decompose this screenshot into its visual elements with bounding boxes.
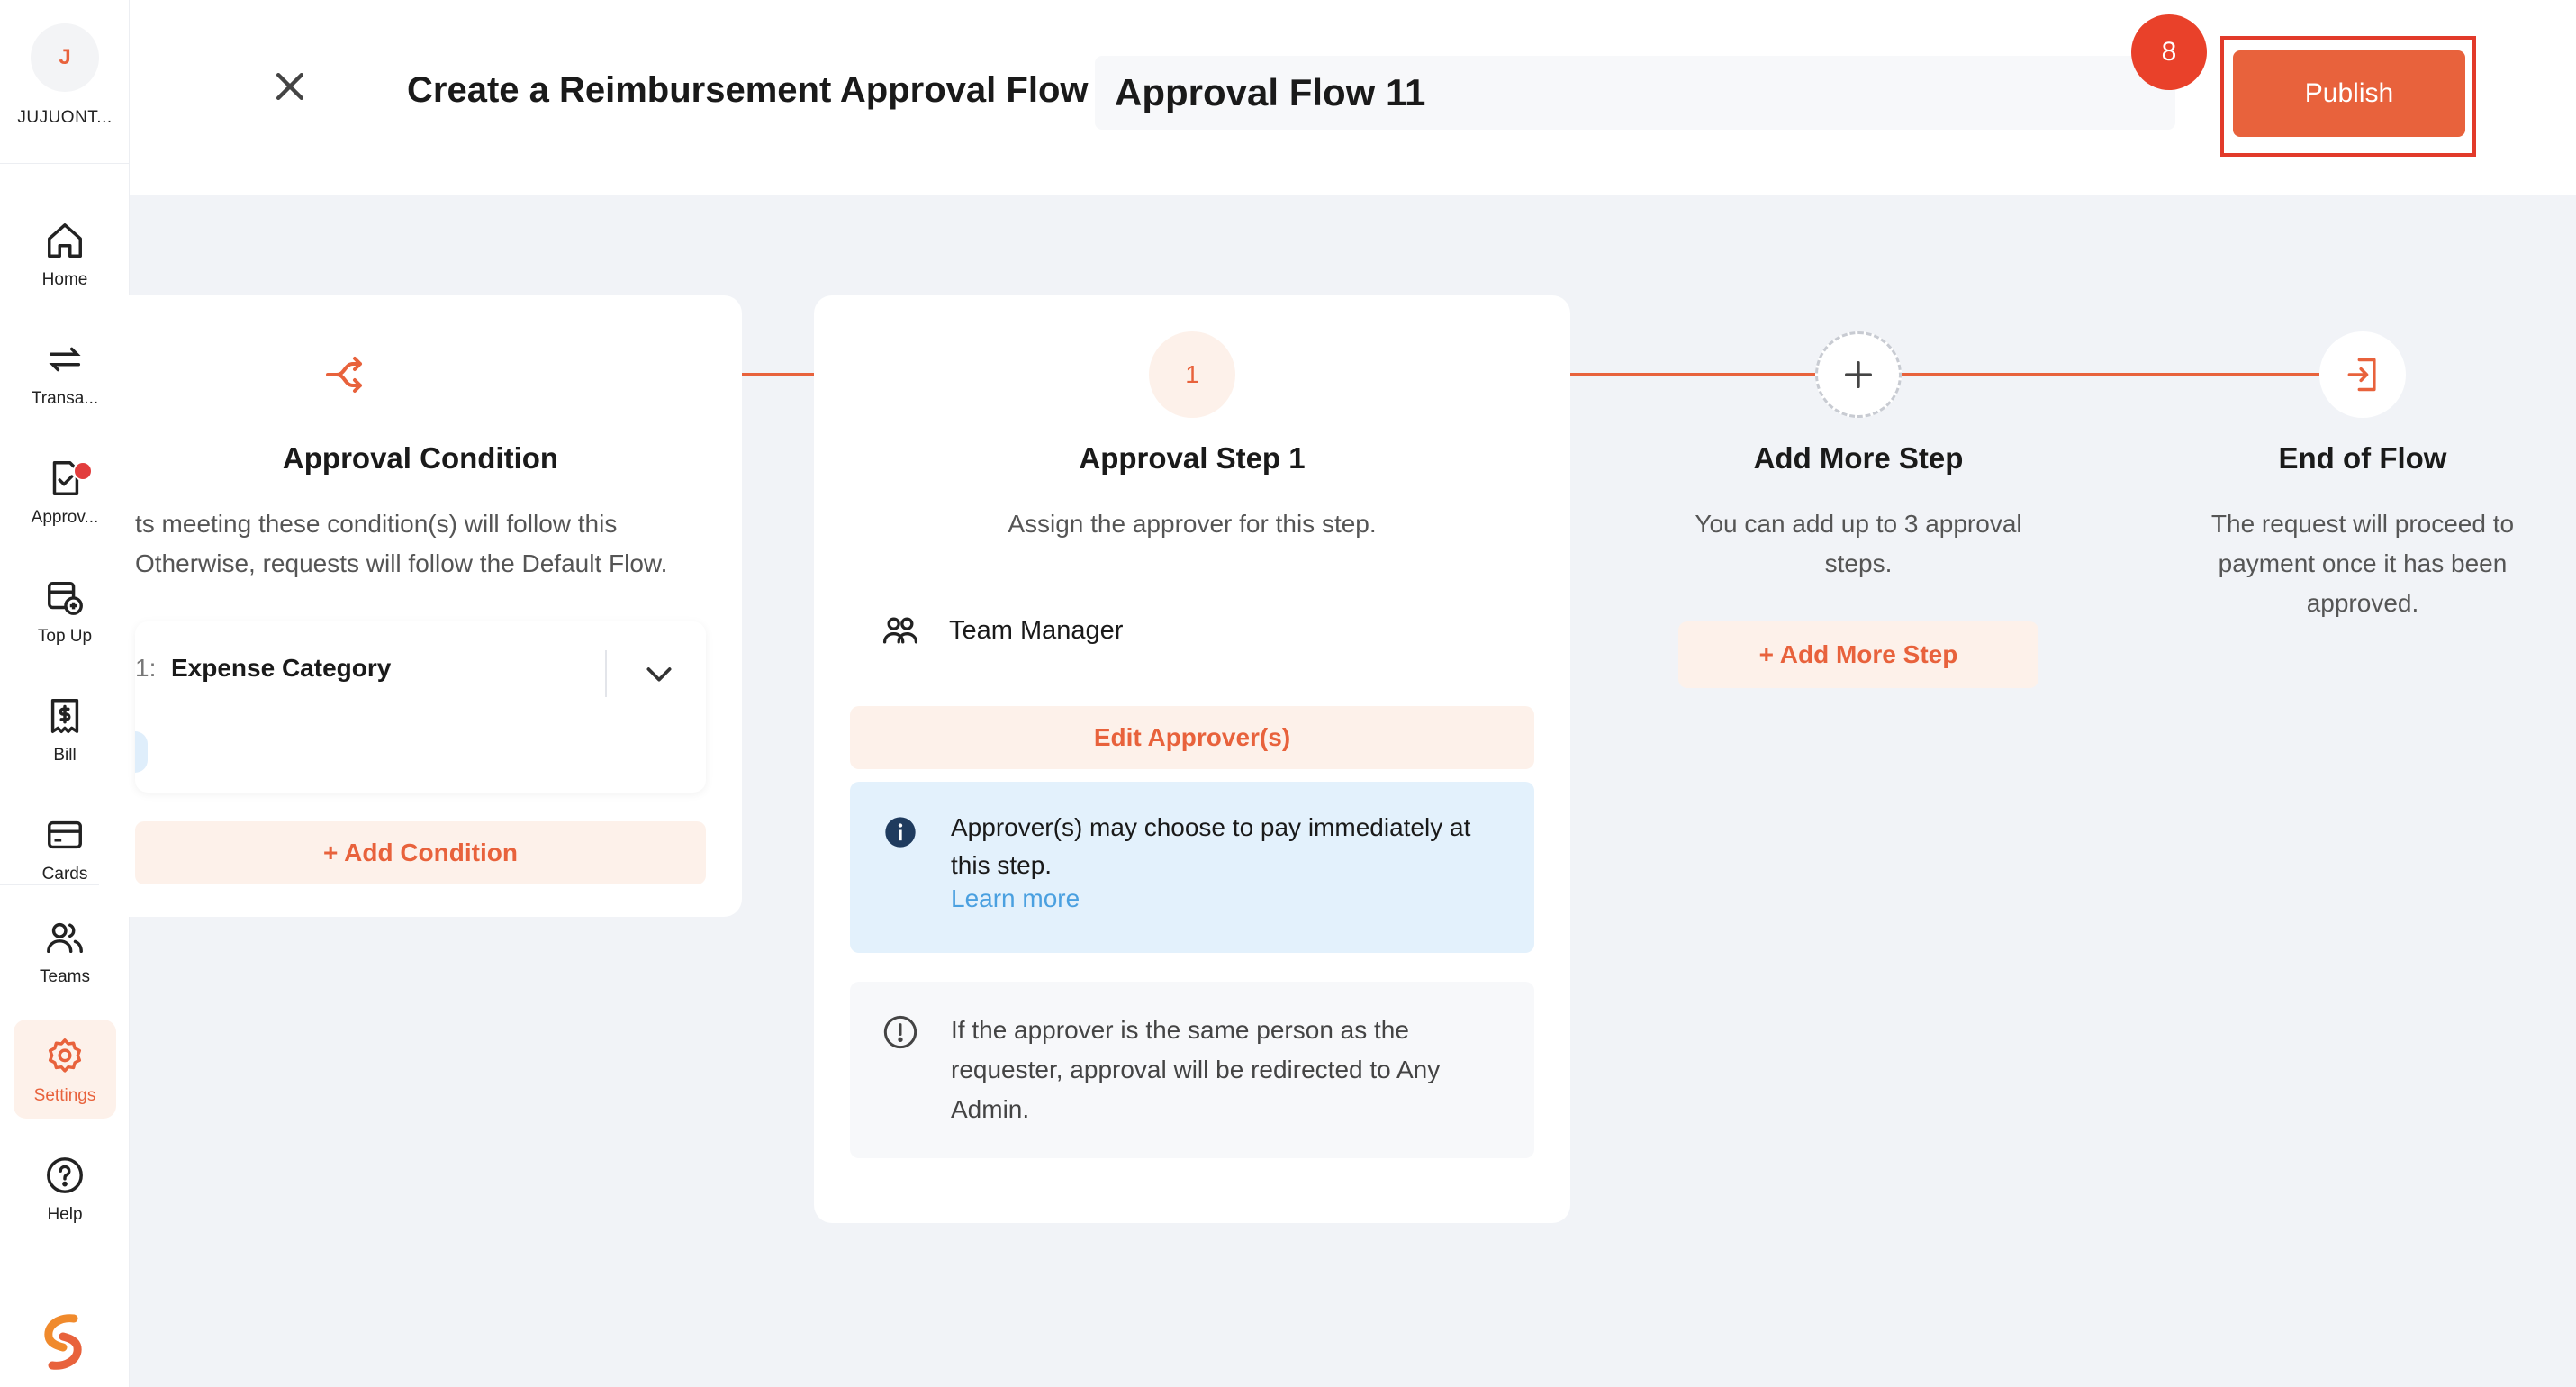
sidebar-item-help[interactable]: Help (14, 1138, 116, 1237)
org-switcher[interactable]: J JUJUONT... (0, 0, 130, 164)
approver-name: Team Manager (949, 615, 1124, 645)
sidebar-item-label: Top Up (37, 627, 93, 646)
card-icon (48, 820, 82, 849)
org-avatar[interactable]: J (31, 23, 99, 92)
transfer-icon (49, 347, 81, 372)
approver-row: Team Manager (881, 603, 1123, 657)
end-flow-title: End of Flow (2278, 441, 2447, 475)
end-flow-desc-line2: payment once it has been (2218, 549, 2508, 577)
step-title: Approval Step 1 (1079, 441, 1306, 475)
step-number: 1 (1149, 331, 1235, 418)
add-step-title: Add More Step (1753, 441, 1964, 475)
sidebar-item-label: Help (47, 1205, 83, 1224)
warning-callout: If the approver is the same person as th… (850, 982, 1534, 1158)
flow-connector (1570, 373, 1815, 376)
branch-icon (326, 357, 362, 393)
close-icon[interactable] (270, 67, 310, 106)
add-step-desc-line2: steps. (1824, 549, 1893, 577)
condition-desc-line1: ts meeting these condition(s) will follo… (135, 510, 618, 538)
sidebar-item-label: Approv... (31, 508, 99, 527)
plus-icon (1845, 361, 1872, 388)
teams-icon (882, 617, 918, 644)
sidebar-item-label: Bill (53, 746, 77, 765)
sidebar-item-teams[interactable]: Teams (14, 901, 116, 1000)
add-more-step-button[interactable]: + Add More Step (1678, 621, 2038, 688)
bill-icon (50, 699, 79, 733)
divider (605, 650, 607, 697)
sidebar-item-label: Transa... (31, 389, 99, 408)
add-step-desc-line1: You can add up to 3 approval (1695, 510, 2022, 538)
info-callout: Approver(s) may choose to pay immediatel… (850, 782, 1534, 953)
end-flow-desc-line1: The request will proceed to (2210, 510, 2515, 538)
topup-icon (48, 581, 83, 615)
condition-index: 1: (135, 654, 157, 682)
end-flow-circle (2319, 331, 2406, 418)
sidebar-item-settings[interactable]: Settings (14, 1020, 116, 1119)
condition-dropdown[interactable]: 1: Expense Category (135, 621, 706, 793)
exit-icon (2347, 358, 2376, 392)
condition-chip[interactable] (135, 731, 148, 773)
condition-value: Expense Category (171, 654, 392, 682)
warning-text: If the approver is the same person as th… (951, 1016, 1441, 1123)
teams-icon (47, 922, 83, 954)
sidebar-item-label: Settings (33, 1086, 96, 1105)
flow-name-input[interactable] (1095, 56, 2175, 130)
brand-logo (44, 1314, 82, 1370)
info-icon (885, 817, 916, 848)
edit-approvers-button[interactable]: Edit Approver(s) (850, 706, 1534, 769)
learn-more-link[interactable]: Learn more (951, 884, 1080, 913)
sidebar-item-label: Cards (41, 865, 88, 884)
notification-dot (73, 461, 93, 481)
info-text: Approver(s) may choose to pay immediatel… (951, 813, 1471, 879)
publish-button[interactable]: Publish (2233, 50, 2465, 137)
condition-desc-line2: Otherwise, requests will follow the Defa… (135, 549, 668, 577)
chevron-down-icon[interactable] (641, 656, 677, 692)
gear-icon (48, 1038, 82, 1073)
step-desc: Assign the approver for this step. (1008, 510, 1377, 538)
home-icon (48, 223, 82, 258)
end-flow-desc-line3: approved. (2306, 589, 2419, 617)
add-step-circle[interactable] (1815, 331, 1902, 418)
page-title: Create a Reimbursement Approval Flow (407, 70, 1089, 110)
step-badge: 8 (2131, 14, 2207, 90)
alert-icon (883, 1015, 917, 1049)
sidebar-item-home[interactable]: Home (14, 204, 116, 303)
flow-connector (1902, 373, 2319, 376)
flow-connector (742, 373, 814, 376)
header: Create a Reimbursement Approval Flow 8 P… (130, 0, 2576, 195)
org-name: JUJUONT... (17, 108, 113, 127)
help-icon (47, 1157, 83, 1193)
condition-title: Approval Condition (282, 441, 559, 475)
sidebar-item-label: Home (41, 270, 88, 289)
sidebar-item-label: Teams (40, 967, 90, 986)
add-condition-button[interactable]: + Add Condition (135, 821, 706, 884)
